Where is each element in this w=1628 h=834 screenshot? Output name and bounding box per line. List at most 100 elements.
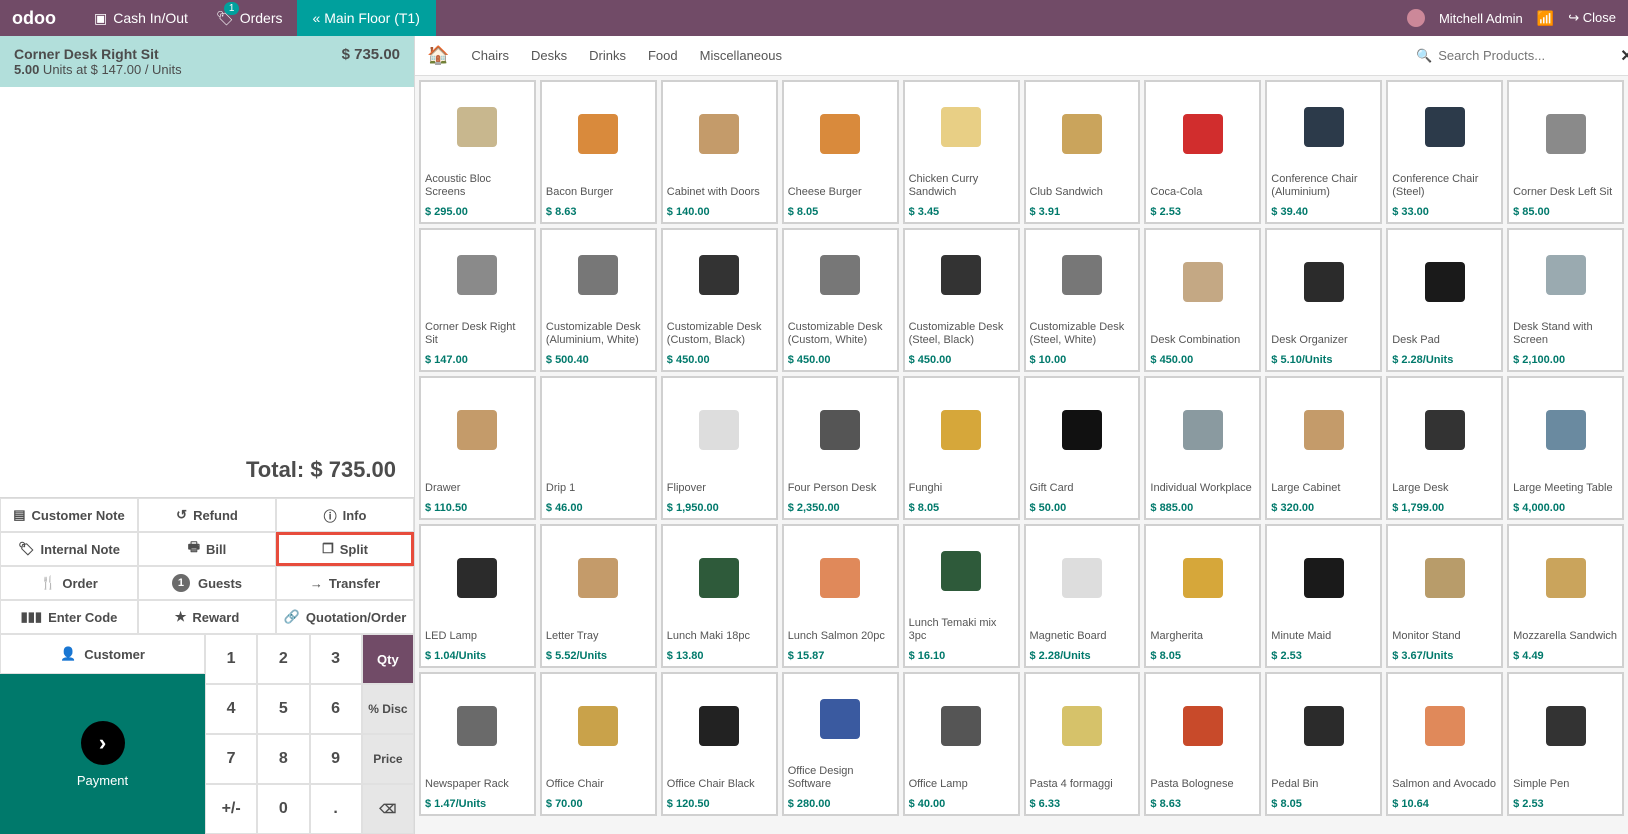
product-card[interactable]: Salmon and Avocado $ 10.64 bbox=[1386, 672, 1503, 816]
product-card[interactable]: Letter Tray $ 5.52/Units bbox=[540, 524, 657, 668]
key-2[interactable]: 2 bbox=[257, 634, 309, 684]
customer-note-button[interactable]: ▤Customer Note bbox=[0, 498, 138, 532]
product-thumb bbox=[788, 678, 893, 761]
payment-button[interactable]: › Payment bbox=[0, 674, 205, 834]
product-card[interactable]: Newspaper Rack $ 1.47/Units bbox=[419, 672, 536, 816]
product-card[interactable]: Customizable Desk (Custom, White) $ 450.… bbox=[782, 228, 899, 372]
product-card[interactable]: Customizable Desk (Steel, White) $ 10.00 bbox=[1024, 228, 1141, 372]
category-food[interactable]: Food bbox=[648, 48, 678, 63]
product-card[interactable]: Large Cabinet $ 320.00 bbox=[1265, 376, 1382, 520]
category-desks[interactable]: Desks bbox=[531, 48, 567, 63]
product-card[interactable]: Corner Desk Right Sit $ 147.00 bbox=[419, 228, 536, 372]
key-6[interactable]: 6 bbox=[310, 684, 362, 734]
key-5[interactable]: 5 bbox=[257, 684, 309, 734]
product-card[interactable]: Office Lamp $ 40.00 bbox=[903, 672, 1020, 816]
info-icon: ⓘ bbox=[324, 506, 337, 525]
product-card[interactable]: Corner Desk Left Sit $ 85.00 bbox=[1507, 80, 1624, 224]
product-card[interactable]: Margherita $ 8.05 bbox=[1144, 524, 1261, 668]
refund-button[interactable]: ↺Refund bbox=[138, 498, 276, 532]
order-button[interactable]: 🍴Order bbox=[0, 566, 138, 600]
product-card[interactable]: Customizable Desk (Aluminium, White) $ 5… bbox=[540, 228, 657, 372]
product-price: $ 110.50 bbox=[425, 502, 530, 514]
split-button[interactable]: ❐Split bbox=[276, 532, 414, 566]
reward-button[interactable]: ★Reward bbox=[138, 600, 276, 634]
enter-code-button[interactable]: ▮▮▮Enter Code bbox=[0, 600, 138, 634]
brand-logo: odoo bbox=[12, 8, 56, 29]
product-card[interactable]: Customizable Desk (Steel, Black) $ 450.0… bbox=[903, 228, 1020, 372]
avatar[interactable] bbox=[1407, 9, 1425, 27]
close-button[interactable]: ↪ Close bbox=[1568, 10, 1616, 26]
customer-button[interactable]: 👤Customer bbox=[0, 634, 205, 674]
key-price[interactable]: Price bbox=[362, 734, 414, 784]
product-card[interactable]: Desk Organizer $ 5.10/Units bbox=[1265, 228, 1382, 372]
product-card[interactable]: Simple Pen $ 2.53 bbox=[1507, 672, 1624, 816]
product-card[interactable]: Conference Chair (Aluminium) $ 39.40 bbox=[1265, 80, 1382, 224]
product-thumb bbox=[667, 530, 772, 626]
key-9[interactable]: 9 bbox=[310, 734, 362, 784]
category-miscellaneous[interactable]: Miscellaneous bbox=[700, 48, 782, 63]
product-card[interactable]: Large Meeting Table $ 4,000.00 bbox=[1507, 376, 1624, 520]
product-card[interactable]: Drip 1 $ 46.00 bbox=[540, 376, 657, 520]
cash-button[interactable]: ▣ Cash In/Out bbox=[80, 0, 202, 36]
product-card[interactable]: Four Person Desk $ 2,350.00 bbox=[782, 376, 899, 520]
orders-button[interactable]: 🏷 1 Orders bbox=[202, 0, 297, 36]
product-card[interactable]: Pedal Bin $ 8.05 bbox=[1265, 672, 1382, 816]
search-input[interactable] bbox=[1438, 48, 1614, 63]
internal-note-button[interactable]: 🏷Internal Note bbox=[0, 532, 138, 566]
product-card[interactable]: Mozzarella Sandwich $ 4.49 bbox=[1507, 524, 1624, 668]
home-icon[interactable]: 🏠 bbox=[427, 45, 449, 66]
product-card[interactable]: Individual Workplace $ 885.00 bbox=[1144, 376, 1261, 520]
product-card[interactable]: Office Design Software $ 280.00 bbox=[782, 672, 899, 816]
product-card[interactable]: Office Chair $ 70.00 bbox=[540, 672, 657, 816]
quotation-button[interactable]: 🔗Quotation/Order bbox=[276, 600, 414, 634]
bill-button[interactable]: 🖶Bill bbox=[138, 532, 276, 566]
product-card[interactable]: Office Chair Black $ 120.50 bbox=[661, 672, 778, 816]
transfer-button[interactable]: →Transfer bbox=[276, 566, 414, 600]
product-card[interactable]: Coca-Cola $ 2.53 bbox=[1144, 80, 1261, 224]
key-4[interactable]: 4 bbox=[205, 684, 257, 734]
key-plusminus[interactable]: +/- bbox=[205, 784, 257, 834]
product-card[interactable]: Minute Maid $ 2.53 bbox=[1265, 524, 1382, 668]
product-card[interactable]: LED Lamp $ 1.04/Units bbox=[419, 524, 536, 668]
key-qty[interactable]: Qty bbox=[362, 634, 414, 684]
product-card[interactable]: Club Sandwich $ 3.91 bbox=[1024, 80, 1141, 224]
product-card[interactable]: Monitor Stand $ 3.67/Units bbox=[1386, 524, 1503, 668]
key-disc[interactable]: % Disc bbox=[362, 684, 414, 734]
product-card[interactable]: Lunch Maki 18pc $ 13.80 bbox=[661, 524, 778, 668]
key-7[interactable]: 7 bbox=[205, 734, 257, 784]
category-chairs[interactable]: Chairs bbox=[471, 48, 509, 63]
product-card[interactable]: Customizable Desk (Custom, Black) $ 450.… bbox=[661, 228, 778, 372]
product-card[interactable]: Drawer $ 110.50 bbox=[419, 376, 536, 520]
main-floor-tab[interactable]: « Main Floor (T1) bbox=[297, 0, 436, 36]
product-card[interactable]: Desk Pad $ 2.28/Units bbox=[1386, 228, 1503, 372]
product-card[interactable]: Large Desk $ 1,799.00 bbox=[1386, 376, 1503, 520]
key-1[interactable]: 1 bbox=[205, 634, 257, 684]
product-card[interactable]: Flipover $ 1,950.00 bbox=[661, 376, 778, 520]
key-backspace[interactable]: ⌫ bbox=[362, 784, 414, 834]
product-card[interactable]: Acoustic Bloc Screens $ 295.00 bbox=[419, 80, 536, 224]
username[interactable]: Mitchell Admin bbox=[1439, 11, 1523, 26]
product-card[interactable]: Cheese Burger $ 8.05 bbox=[782, 80, 899, 224]
product-card[interactable]: Cabinet with Doors $ 140.00 bbox=[661, 80, 778, 224]
key-dot[interactable]: . bbox=[310, 784, 362, 834]
product-card[interactable]: Magnetic Board $ 2.28/Units bbox=[1024, 524, 1141, 668]
product-card[interactable]: Conference Chair (Steel) $ 33.00 bbox=[1386, 80, 1503, 224]
key-8[interactable]: 8 bbox=[257, 734, 309, 784]
product-card[interactable]: Lunch Salmon 20pc $ 15.87 bbox=[782, 524, 899, 668]
product-card[interactable]: Gift Card $ 50.00 bbox=[1024, 376, 1141, 520]
product-card[interactable]: Pasta Bolognese $ 8.63 bbox=[1144, 672, 1261, 816]
product-card[interactable]: Lunch Temaki mix 3pc $ 16.10 bbox=[903, 524, 1020, 668]
product-card[interactable]: Desk Combination $ 450.00 bbox=[1144, 228, 1261, 372]
order-line[interactable]: Corner Desk Right Sit 5.00 Units at $ 14… bbox=[0, 36, 414, 87]
product-card[interactable]: Pasta 4 formaggi $ 6.33 bbox=[1024, 672, 1141, 816]
info-button[interactable]: ⓘInfo bbox=[276, 498, 414, 532]
key-0[interactable]: 0 bbox=[257, 784, 309, 834]
category-drinks[interactable]: Drinks bbox=[589, 48, 626, 63]
guests-button[interactable]: 1Guests bbox=[138, 566, 276, 600]
key-3[interactable]: 3 bbox=[310, 634, 362, 684]
clear-search-button[interactable]: ✕ bbox=[1620, 46, 1628, 66]
product-card[interactable]: Desk Stand with Screen $ 2,100.00 bbox=[1507, 228, 1624, 372]
product-card[interactable]: Chicken Curry Sandwich $ 3.45 bbox=[903, 80, 1020, 224]
product-card[interactable]: Funghi $ 8.05 bbox=[903, 376, 1020, 520]
product-card[interactable]: Bacon Burger $ 8.63 bbox=[540, 80, 657, 224]
